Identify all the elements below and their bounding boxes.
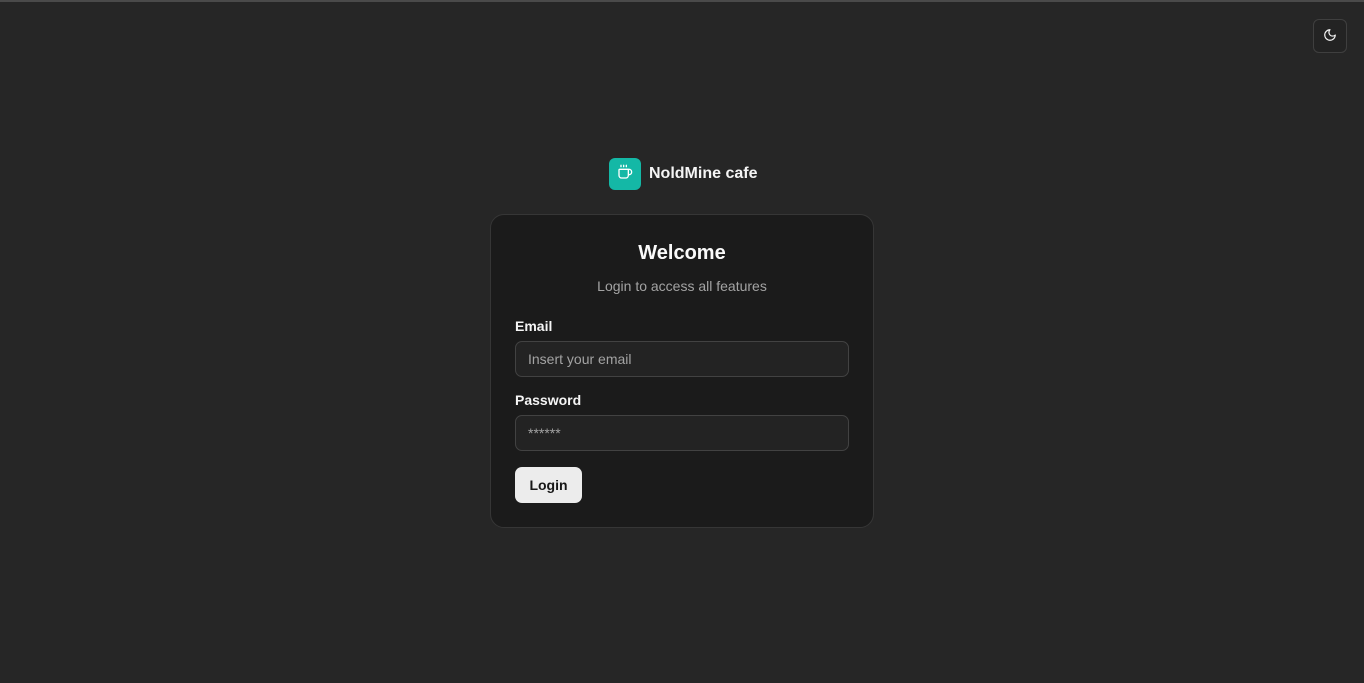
- card-subtitle: Login to access all features: [597, 278, 767, 294]
- brand-logo: [609, 158, 641, 190]
- password-label: Password: [515, 392, 582, 408]
- login-button[interactable]: Login: [515, 467, 582, 503]
- email-label: Email: [515, 318, 553, 334]
- email-input[interactable]: [515, 341, 849, 377]
- theme-toggle-button[interactable]: [1313, 19, 1347, 53]
- login-card: Welcome Login to access all features Ema…: [490, 214, 874, 528]
- moon-icon: [1323, 28, 1337, 45]
- brand-name: NoldMine cafe: [649, 165, 758, 182]
- card-title: Welcome: [638, 242, 726, 264]
- coffee-cup-icon: [617, 164, 633, 185]
- password-input[interactable]: [515, 415, 849, 451]
- brand: NoldMine cafe: [609, 158, 757, 190]
- top-border: [0, 0, 1364, 2]
